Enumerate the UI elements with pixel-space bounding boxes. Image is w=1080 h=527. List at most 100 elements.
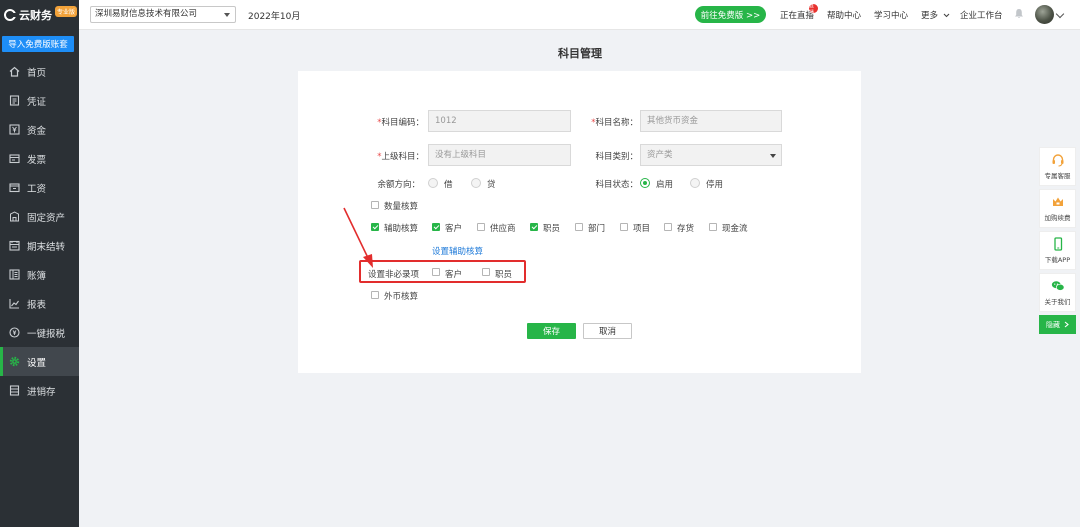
brand-logo[interactable]: 云财务 专业版 (0, 0, 79, 30)
sidebar-item-label: 期末结转 (27, 241, 66, 253)
bell-icon[interactable] (1014, 8, 1024, 19)
sidebar-item-invoice[interactable]: 发票 (0, 144, 79, 173)
inventory-icon (9, 385, 20, 396)
debit-radio[interactable] (428, 178, 438, 188)
edition-badge: 专业版 (55, 5, 78, 17)
credit-label: 贷 (487, 180, 496, 190)
debit-label: 借 (444, 180, 453, 190)
aux-staff-checkbox[interactable] (530, 223, 538, 231)
help-center-link[interactable]: 帮助中心 (827, 9, 861, 21)
sidebar-item-label: 首页 (27, 67, 47, 79)
funds-icon (9, 124, 20, 135)
set-auxiliary-link[interactable]: 设置辅助核算 (432, 245, 483, 257)
download-app-button[interactable]: 下载APP (1039, 231, 1076, 270)
account-name-label-text: 科目名称： (595, 118, 638, 128)
chevron-down-icon (943, 13, 950, 18)
aux-customer-checkbox[interactable] (432, 223, 440, 231)
period-close-icon (9, 240, 20, 251)
account-category-value: 资产类 (647, 150, 673, 160)
enabled-radio[interactable] (640, 178, 650, 188)
ledger-icon (9, 269, 20, 280)
save-button[interactable]: 保存 (527, 323, 576, 339)
quantity-accounting-label: 数量核算 (384, 202, 419, 212)
about-us-label: 关于我们 (1044, 298, 1071, 306)
aux-staff-label: 职员 (543, 224, 561, 234)
foreign-currency-label: 外币核算 (384, 292, 419, 302)
headset-icon (1051, 153, 1065, 167)
cancel-button[interactable]: 取消 (583, 323, 632, 339)
floating-service-panel: 专属客服 加购续费 下载APP 关于我们 隐藏 (1039, 147, 1076, 334)
aux-department-checkbox[interactable] (575, 223, 583, 231)
sidebar-item-funds[interactable]: 资金 (0, 115, 79, 144)
report-icon (9, 298, 20, 309)
aux-cashflow-checkbox[interactable] (709, 223, 717, 231)
auxiliary-accounting-label: 辅助核算 (384, 224, 419, 234)
brand-name: 云财务 (19, 9, 52, 22)
aux-inventory-label: 存货 (677, 224, 695, 234)
annotation-arrow (343, 207, 373, 268)
home-icon (9, 66, 20, 77)
about-us-button[interactable]: 关于我们 (1039, 273, 1076, 312)
account-status-label: 科目状态： (595, 180, 638, 190)
aux-project-checkbox[interactable] (620, 223, 628, 231)
tax-icon (9, 327, 20, 338)
sidebar-item-report[interactable]: 报表 (0, 289, 79, 318)
sidebar-item-label: 工资 (27, 183, 47, 195)
sidebar-item-label: 发票 (27, 154, 47, 166)
sidebar-item-settings[interactable]: 设置 (0, 347, 79, 376)
live-badge: 直播 (809, 3, 818, 16)
page-title: 科目管理 (558, 47, 602, 60)
sidebar-item-label: 报表 (27, 299, 47, 311)
wechat-icon (1051, 279, 1065, 293)
sidebar-item-salary[interactable]: 工资 (0, 173, 79, 202)
avatar[interactable] (1035, 5, 1054, 24)
sidebar-item-voucher[interactable]: 凭证 (0, 86, 79, 115)
learning-center-link[interactable]: 学习中心 (874, 9, 908, 21)
sidebar: 云财务 专业版 导入免费版账套 首页 凭证 资金 发票 工资 固定资产 期末结转… (0, 0, 79, 527)
parent-account-label-text: 上级科目： (381, 152, 424, 162)
account-category-select[interactable]: 资产类 (640, 144, 782, 166)
chevron-down-icon[interactable] (1055, 9, 1065, 19)
salary-icon (9, 182, 20, 193)
service-button[interactable]: 专属客服 (1039, 147, 1076, 186)
sidebar-item-one-click-tax[interactable]: 一键报税 (0, 318, 79, 347)
sidebar-item-ledger[interactable]: 账簿 (0, 260, 79, 289)
sidebar-item-label: 凭证 (27, 96, 47, 108)
highlight-box (359, 260, 526, 283)
aux-customer-label: 客户 (445, 224, 463, 234)
aux-supplier-checkbox[interactable] (477, 223, 485, 231)
aux-inventory-checkbox[interactable] (664, 223, 672, 231)
cloud-logo-icon (4, 9, 17, 21)
account-code-field[interactable]: 1012 (428, 110, 571, 132)
sidebar-item-label: 进销存 (27, 386, 56, 398)
disabled-label: 停用 (706, 180, 724, 190)
parent-account-field[interactable]: 没有上级科目 (428, 144, 571, 166)
top-bar: 深圳易财信息技术有限公司 2022年10月 前往免费版 >> 正在直播 直播 帮… (79, 0, 1080, 30)
sidebar-item-home[interactable]: 首页 (0, 57, 79, 86)
hide-panel-button[interactable]: 隐藏 (1039, 315, 1076, 334)
foreign-currency-checkbox[interactable] (371, 291, 379, 299)
disabled-radio[interactable] (690, 178, 700, 188)
voucher-icon (9, 95, 20, 106)
sidebar-item-inventory[interactable]: 进销存 (0, 376, 79, 405)
buy-renew-button[interactable]: 加购续费 (1039, 189, 1076, 228)
sidebar-item-label: 账簿 (27, 270, 47, 282)
assets-icon (9, 211, 20, 222)
company-name: 深圳易财信息技术有限公司 (95, 9, 198, 19)
credit-radio[interactable] (471, 178, 481, 188)
sidebar-item-label: 固定资产 (27, 212, 66, 224)
account-code-label: *科目编码： (360, 116, 424, 128)
aux-department-label: 部门 (588, 224, 606, 234)
sidebar-item-fixed-assets[interactable]: 固定资产 (0, 202, 79, 231)
more-menu[interactable]: 更多 (921, 9, 950, 21)
go-free-version-button[interactable]: 前往免费版 >> (695, 6, 766, 23)
gear-icon (9, 356, 20, 367)
enterprise-workspace-link[interactable]: 企业工作台 (960, 9, 1003, 21)
account-name-field[interactable]: 其他货币资金 (640, 110, 782, 132)
chevron-down-icon (770, 154, 776, 158)
sidebar-item-label: 一键报税 (27, 328, 66, 340)
company-select[interactable]: 深圳易财信息技术有限公司 (90, 6, 236, 23)
aux-cashflow-label: 现金流 (722, 224, 748, 234)
accounting-period[interactable]: 2022年10月 (248, 9, 300, 22)
sidebar-item-period-close[interactable]: 期末结转 (0, 231, 79, 260)
